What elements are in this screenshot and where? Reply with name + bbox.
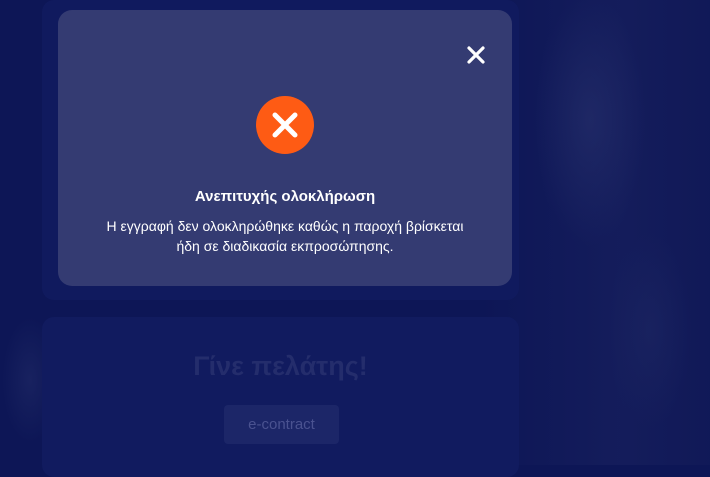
modal-title: Ανεπιτυχής ολοκλήρωση [194, 188, 376, 205]
e-contract-button[interactable]: e-contract [224, 405, 339, 444]
customer-heading: Γίνε πελάτης! [193, 351, 368, 381]
close-icon [467, 46, 485, 64]
error-x-icon [256, 96, 314, 154]
error-modal: Ανεπιτυχής ολοκλήρωση Η εγγραφή δεν ολοκ… [58, 10, 512, 286]
close-button[interactable] [462, 41, 490, 69]
customer-card: Γίνε πελάτης! e-contract [42, 317, 519, 477]
modal-message: Η εγγραφή δεν ολοκληρώθηκε καθώς η παροχ… [106, 218, 464, 254]
